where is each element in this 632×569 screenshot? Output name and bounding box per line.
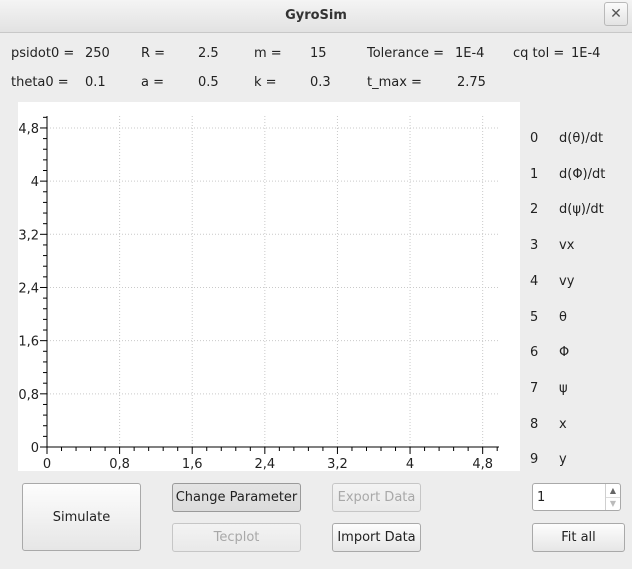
- series-index-spinbox[interactable]: 1 ▲ ▼: [532, 483, 621, 511]
- close-icon[interactable]: ✕: [604, 2, 628, 26]
- cqtol-label: cq tol =: [513, 46, 565, 61]
- title-bar: GyroSim ✕: [0, 0, 632, 33]
- a-label: a =: [141, 75, 164, 90]
- import-data-button[interactable]: Import Data: [332, 523, 421, 552]
- k-value: 0.3: [310, 75, 331, 90]
- spin-up-icon[interactable]: ▲: [606, 484, 620, 498]
- legend-label: ψ: [559, 380, 568, 396]
- y-tick-label: 4: [31, 175, 39, 190]
- y-tick-label: 1,6: [18, 335, 39, 350]
- legend-index: 0: [530, 131, 539, 146]
- x-tick-label: 4,8: [472, 457, 493, 471]
- legend-index: 3: [530, 238, 539, 254]
- tolerance-label: Tolerance =: [367, 46, 445, 61]
- k-label: k =: [254, 75, 277, 90]
- legend-label: vy: [559, 273, 575, 289]
- x-tick-label: 0,8: [109, 457, 130, 471]
- y-tick-label: 0,8: [18, 388, 39, 403]
- legend-index: 6: [530, 345, 539, 361]
- x-tick-label: 4: [406, 457, 414, 471]
- theta0-label: theta0 =: [11, 75, 69, 90]
- x-tick-label: 1,6: [182, 457, 203, 471]
- y-tick-label: 3,2: [18, 228, 39, 243]
- spin-down-icon[interactable]: ▼: [606, 497, 620, 510]
- legend-label: d(Φ)/dt: [559, 166, 606, 182]
- y-tick-label: 0: [31, 441, 39, 456]
- legend-label: d(θ)/dt: [559, 131, 604, 146]
- y-tick-label: 2,4: [18, 281, 39, 296]
- legend-index: 4: [530, 273, 539, 289]
- legend-label: y: [559, 452, 567, 468]
- a-value: 0.5: [198, 75, 219, 90]
- legend-index: 1: [530, 166, 539, 182]
- legend-item: 1 d(Φ)/dt: [530, 167, 605, 182]
- tecplot-button[interactable]: Tecplot: [172, 523, 301, 552]
- legend-index: 2: [530, 202, 539, 218]
- plot-area[interactable]: 0 0,8 1,6 2,4 3,2 4 4,8 0 0,8 1,6 2,4 3,2 4 4,8: [18, 102, 520, 471]
- tmax-value: 2.75: [457, 75, 486, 90]
- export-data-button[interactable]: Export Data: [332, 483, 421, 512]
- legend-index: 5: [530, 309, 539, 325]
- x-tick-label: 0: [43, 457, 51, 471]
- legend-item: 5θ: [530, 310, 567, 325]
- legend-index: 8: [530, 416, 539, 432]
- tmax-label: t_max =: [367, 75, 422, 90]
- fit-all-button[interactable]: Fit all: [532, 523, 625, 552]
- legend-label: x: [559, 416, 567, 432]
- legend-item: 6Φ: [530, 345, 569, 360]
- legend-label: θ: [559, 309, 567, 325]
- psidot0-label: psidot0 =: [11, 46, 75, 61]
- legend-item: 7ψ: [530, 381, 568, 396]
- tolerance-value: 1E-4: [455, 46, 485, 61]
- plot-canvas[interactable]: 0 0,8 1,6 2,4 3,2 4 4,8 0 0,8 1,6 2,4 3,2 4 4,8: [18, 102, 520, 471]
- legend-item: 2 d(ψ)/dt: [530, 202, 604, 217]
- R-value: 2.5: [198, 46, 219, 61]
- legend-item: 3 vx: [530, 238, 574, 253]
- legend-index: 7: [530, 380, 539, 396]
- change-parameter-button[interactable]: Change Parameter: [172, 483, 301, 512]
- spinbox-arrows: ▲ ▼: [605, 484, 620, 510]
- y-tick-label: 4,8: [18, 122, 39, 137]
- legend-label: d(ψ)/dt: [559, 202, 604, 218]
- R-label: R =: [141, 46, 166, 61]
- x-tick-label: 3,2: [327, 457, 348, 471]
- legend-item: 9y: [530, 452, 567, 467]
- m-value: 15: [310, 46, 327, 61]
- window-title: GyroSim: [285, 8, 347, 23]
- legend-label: vx: [559, 238, 575, 254]
- legend-index: 9: [530, 452, 539, 468]
- cqtol-value: 1E-4: [571, 46, 601, 61]
- legend-item: 4 vy: [530, 274, 574, 289]
- legend-label: Φ: [559, 345, 570, 361]
- theta0-value: 0.1: [85, 75, 106, 90]
- psidot0-value: 250: [85, 46, 110, 61]
- spinbox-value[interactable]: 1: [537, 490, 545, 505]
- legend-item: 0 d(θ)/dt: [530, 131, 603, 146]
- m-label: m =: [254, 46, 282, 61]
- legend-item: 8x: [530, 417, 567, 432]
- simulate-button[interactable]: Simulate: [22, 483, 141, 551]
- x-tick-label: 2,4: [254, 457, 275, 471]
